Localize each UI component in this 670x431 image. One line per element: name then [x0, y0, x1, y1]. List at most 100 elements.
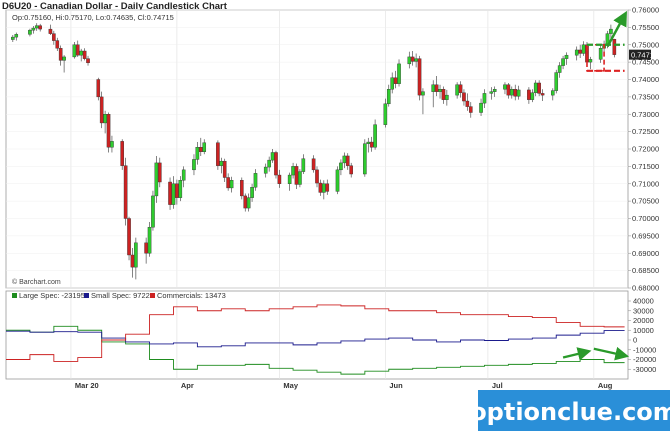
candle-down: [513, 89, 518, 97]
candle-down: [120, 141, 124, 166]
candle-up: [31, 27, 36, 31]
candle-up: [554, 72, 559, 91]
cot-tick-label: -10000: [633, 345, 656, 354]
candle-down: [127, 218, 131, 256]
candle-down: [96, 79, 101, 98]
candle-down: [99, 96, 104, 124]
candle-up: [267, 159, 271, 168]
legend-label: Commercials: 13473: [157, 291, 226, 300]
candle-up: [154, 162, 159, 197]
cot-panel-frame: [5, 290, 629, 380]
candle-up: [530, 92, 535, 100]
chart-canvas: D6U20 - Canadian Dollar - Daily Candlest…: [2, 1, 670, 431]
candle-up: [516, 89, 521, 97]
candle-down: [393, 77, 398, 84]
candle-down: [48, 28, 53, 34]
candle-up: [574, 49, 579, 56]
candle-up: [14, 34, 19, 38]
candle-down: [417, 58, 422, 96]
candle-down: [349, 165, 353, 175]
legend-label: Large Spec: -23195: [19, 291, 85, 300]
legend-label: Small Spec: 9722: [91, 291, 150, 300]
candle-down: [434, 84, 439, 92]
candle-up: [407, 56, 412, 65]
price-tick-label: 0.74000: [632, 75, 659, 84]
candle-down: [144, 242, 148, 254]
candle-down: [86, 58, 90, 64]
candle-up: [72, 44, 77, 58]
candle-up: [386, 89, 391, 105]
cot-tick-label: 0: [633, 336, 637, 345]
x-axis-label: Jun: [389, 381, 403, 390]
candle-down: [612, 38, 617, 55]
candle-up: [151, 195, 155, 228]
candle-down: [123, 165, 128, 219]
candle-up: [322, 183, 326, 193]
candle-up: [445, 94, 449, 100]
candle-up: [28, 29, 32, 35]
candle-up: [503, 84, 507, 90]
x-axis-label: Apr: [181, 381, 194, 390]
price-tick-label: 0.71500: [632, 162, 659, 171]
x-axis-label: Aug: [598, 381, 613, 390]
candle-up: [438, 89, 442, 92]
candle-down: [75, 44, 80, 56]
candle-down: [468, 106, 473, 113]
candle-down: [38, 25, 42, 30]
candle-up: [301, 158, 306, 172]
candle-up: [202, 142, 207, 152]
price-tick-label: 0.69000: [632, 249, 659, 258]
candle-up: [263, 166, 268, 174]
price-tick-label: 0.73500: [632, 92, 659, 101]
candle-up: [298, 171, 302, 185]
candle-down: [157, 162, 162, 183]
candle-down: [226, 177, 230, 189]
candle-down: [537, 82, 541, 94]
x-axis-label: May: [283, 381, 298, 390]
price-tick-label: 0.70000: [632, 214, 659, 223]
candle-down: [506, 84, 511, 96]
candle-up: [489, 91, 494, 94]
candle-down: [458, 84, 463, 93]
candle-down: [277, 174, 282, 184]
candle-down: [315, 169, 319, 184]
source-credit: © Barchart.com: [12, 278, 61, 286]
candle-up: [291, 166, 295, 176]
candle-down: [243, 195, 248, 209]
price-tick-label: 0.72000: [632, 145, 659, 154]
candle-down: [311, 158, 316, 171]
price-tick-label: 0.68000: [632, 284, 659, 293]
candle-down: [462, 92, 466, 102]
last-price-label: 0.7471: [631, 51, 654, 60]
candle-up: [431, 84, 435, 92]
price-tick-label: 0.69500: [632, 231, 659, 240]
candle-up: [492, 89, 497, 92]
cot-tick-label: 10000: [633, 326, 654, 335]
candle-down: [345, 155, 350, 166]
candle-down: [55, 40, 60, 49]
candle-down: [540, 93, 545, 96]
candle-up: [110, 141, 114, 148]
candle-down: [58, 48, 63, 61]
candle-up: [34, 25, 39, 29]
candle-up: [79, 50, 83, 56]
legend-swatch: [150, 293, 155, 298]
candle-up: [363, 143, 367, 175]
x-axis-label: Mar 20: [75, 381, 99, 390]
candle-up: [134, 242, 138, 268]
price-tick-label: 0.76000: [632, 6, 659, 15]
candle-up: [414, 58, 418, 62]
price-tick-label: 0.75500: [632, 23, 659, 32]
candle-down: [130, 254, 135, 268]
candle-up: [609, 28, 613, 34]
candle-up: [397, 63, 401, 84]
candle-down: [578, 49, 582, 54]
price-tick-label: 0.72500: [632, 127, 659, 136]
candle-up: [253, 173, 258, 188]
candle-down: [274, 152, 278, 176]
candle-down: [175, 183, 179, 198]
candle-down: [240, 180, 244, 197]
candle-down: [106, 114, 111, 148]
candle-up: [510, 89, 514, 96]
candle-up: [246, 197, 251, 209]
